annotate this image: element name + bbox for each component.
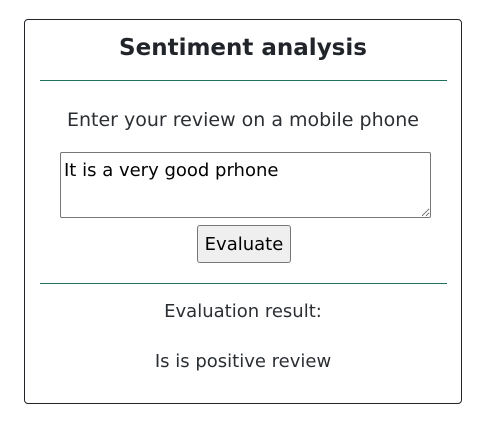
top-divider (40, 80, 447, 81)
sentiment-card: Sentiment analysis Enter your review on … (24, 19, 462, 404)
review-prompt: Enter your review on a mobile phone (66, 109, 419, 131)
result-label: Evaluation result: (164, 301, 322, 322)
review-textarea[interactable]: It is a very good prhone (60, 152, 431, 218)
card-title: Sentiment analysis (119, 35, 367, 61)
evaluate-button[interactable]: Evaluate (197, 225, 291, 263)
result-value: Is is positive review (154, 351, 332, 372)
bottom-divider (40, 283, 447, 284)
